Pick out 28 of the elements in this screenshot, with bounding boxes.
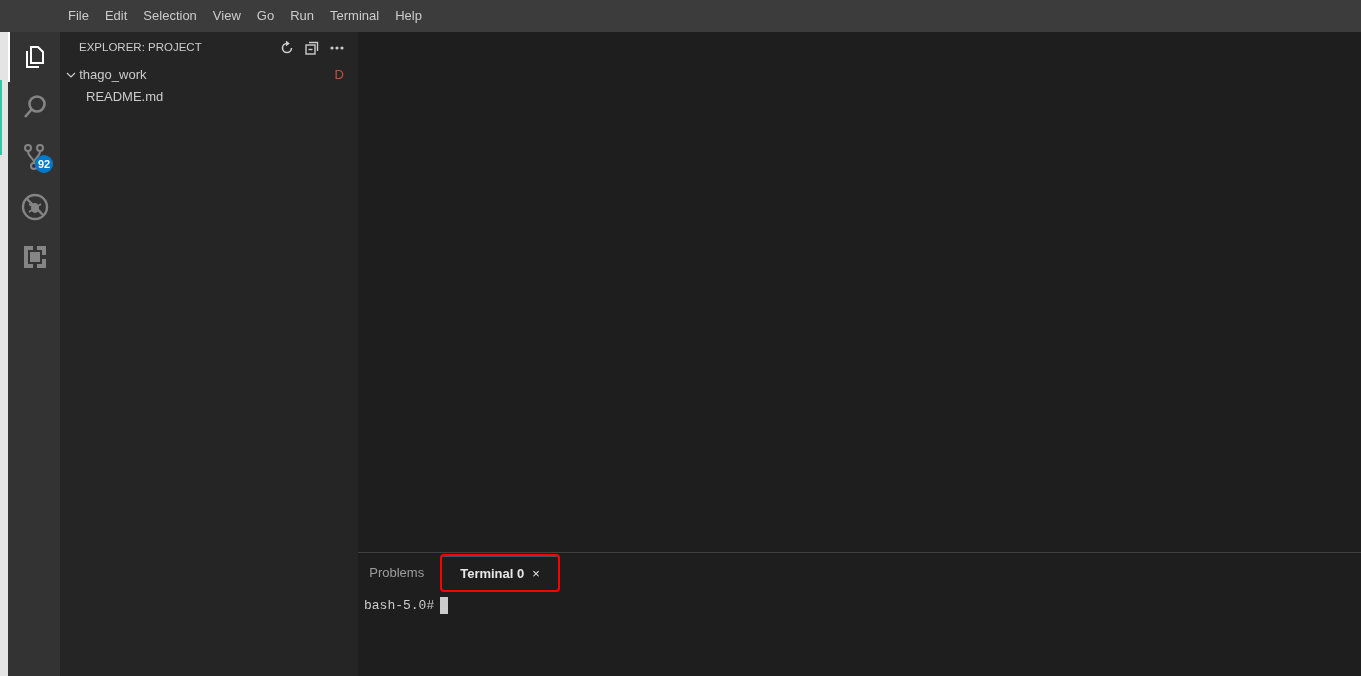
panel-tab[interactable]: Problems (361, 556, 433, 590)
sidebar-title: EXPLORER: PROJECT (79, 40, 203, 56)
bug-crossed-icon (21, 193, 49, 221)
terminal-cursor (440, 597, 449, 615)
menu-item[interactable]: Selection (135, 0, 205, 32)
refresh-icon (279, 41, 294, 55)
menu-item[interactable]: Go (248, 0, 283, 32)
branch-tab[interactable]: 92 (8, 132, 60, 182)
terminal-prompt: bash-5.0# (364, 597, 435, 615)
count-badge: 92 (35, 155, 53, 173)
menu-item[interactable]: Terminal (322, 0, 388, 32)
menu-item[interactable]: Edit (96, 0, 136, 32)
file-name: thago_work (79, 66, 148, 85)
collapse-all-icon (304, 41, 319, 55)
extensions-icon (23, 245, 47, 269)
git-status: D (334, 66, 344, 85)
menu-item[interactable]: Run (282, 0, 322, 32)
menu-item[interactable]: Help (387, 0, 430, 32)
panel-tab[interactable]: Terminal 0 × (442, 556, 558, 590)
menu-item[interactable]: View (204, 0, 249, 32)
menu-item[interactable]: File (60, 0, 97, 32)
more-icon (330, 46, 344, 50)
file-name: README.md (86, 88, 165, 107)
file-row[interactable]: README.md (60, 86, 358, 108)
files-icon (23, 45, 47, 69)
search-icon (22, 94, 48, 120)
folder-row[interactable]: thago_work D (60, 64, 358, 86)
close-icon[interactable]: × (532, 563, 540, 584)
